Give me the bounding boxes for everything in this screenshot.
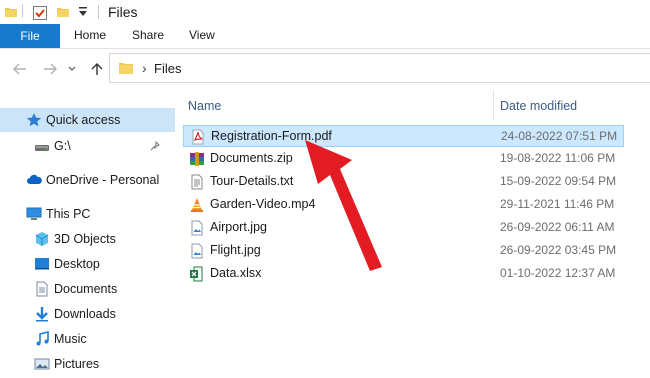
file-row[interactable]: Airport.jpg 26-09-2022 06:11 AM: [183, 217, 624, 239]
file-name: Flight.jpg: [210, 243, 261, 257]
sidebar-item-label: This PC: [46, 207, 91, 221]
file-name: Documents.zip: [210, 151, 293, 165]
file-name: Airport.jpg: [210, 220, 267, 234]
tab-share[interactable]: Share: [132, 28, 164, 42]
title-divider: [98, 5, 99, 19]
pdf-icon: [190, 129, 206, 145]
up-arrow-icon[interactable]: [87, 59, 107, 79]
image-file-icon: [189, 220, 205, 236]
sidebar-item-label: 3D Objects: [54, 232, 116, 246]
file-row[interactable]: Documents.zip 19-08-2022 11:06 PM: [183, 148, 624, 170]
file-date: 26-09-2022 06:11 AM: [500, 220, 615, 234]
excel-icon: [189, 266, 205, 282]
address-folder-icon: [118, 61, 134, 78]
file-date: 24-08-2022 07:51 PM: [501, 129, 618, 143]
file-list: Name ^ Date modified Registration-Form.p…: [183, 90, 650, 378]
sidebar-item-g-drive[interactable]: G:\: [0, 134, 175, 158]
tab-home[interactable]: Home: [74, 28, 106, 42]
vlc-video-icon: [189, 197, 205, 213]
file-date: 15-09-2022 09:54 PM: [500, 174, 617, 188]
sidebar-item-label: OneDrive - Personal: [46, 173, 160, 187]
tab-view[interactable]: View: [189, 28, 215, 42]
pictures-icon: [34, 356, 50, 372]
sidebar-item-music[interactable]: Music: [0, 327, 175, 351]
file-name: Tour-Details.txt: [210, 174, 294, 188]
window-title: Files: [108, 4, 138, 20]
back-arrow-icon[interactable]: [10, 59, 30, 79]
file-row[interactable]: Registration-Form.pdf 24-08-2022 07:51 P…: [183, 125, 624, 147]
file-row[interactable]: Flight.jpg 26-09-2022 03:45 PM: [183, 240, 624, 262]
column-header-date-modified[interactable]: Date modified: [183, 90, 650, 120]
music-icon: [34, 330, 50, 347]
sidebar-item-onedrive[interactable]: OneDrive - Personal: [0, 168, 175, 192]
documents-icon: [34, 281, 50, 297]
computer-icon: [26, 206, 42, 222]
breadcrumb-files[interactable]: Files: [154, 61, 181, 76]
file-date: 26-09-2022 03:45 PM: [500, 243, 617, 257]
sidebar-item-label: G:\: [54, 139, 71, 153]
sidebar-item-label: Music: [54, 332, 87, 346]
file-date: 01-10-2022 12:37 AM: [500, 266, 616, 280]
sidebar-item-3d-objects[interactable]: 3D Objects: [0, 227, 175, 251]
pin-icon[interactable]: [150, 140, 160, 154]
sidebar-item-this-pc[interactable]: This PC: [0, 202, 175, 226]
customize-dropdown-icon[interactable]: [78, 6, 88, 21]
sidebar-item-label: Pictures: [54, 357, 100, 371]
onedrive-cloud-icon: [26, 172, 42, 188]
title-bar: Files: [0, 0, 650, 24]
sidebar-item-label: Quick access: [46, 113, 121, 127]
sidebar-item-quick-access[interactable]: Quick access: [0, 108, 175, 132]
folder-icon[interactable]: [4, 5, 18, 22]
new-folder-icon[interactable]: [56, 5, 70, 22]
image-file-icon: [189, 243, 205, 259]
star-icon: [26, 112, 42, 128]
sidebar-item-label: Documents: [54, 282, 118, 296]
file-name: Data.xlsx: [210, 266, 262, 280]
downloads-icon: [34, 306, 50, 322]
navigation-pane: Quick access G:\ OneDrive - Personal Thi…: [0, 100, 175, 378]
sidebar-item-downloads[interactable]: Downloads: [0, 302, 175, 326]
file-date: 19-08-2022 11:06 PM: [500, 151, 616, 165]
cube-icon: [34, 231, 50, 247]
zip-archive-icon: [189, 151, 205, 167]
file-row[interactable]: Garden-Video.mp4 29-11-2021 11:46 PM: [183, 194, 624, 216]
drive-icon: [34, 138, 50, 154]
breadcrumb-chevron-icon[interactable]: ›: [142, 60, 147, 76]
sidebar-item-desktop[interactable]: Desktop: [0, 252, 175, 276]
sidebar-item-documents[interactable]: Documents: [0, 277, 175, 301]
text-file-icon: [189, 174, 205, 190]
file-row[interactable]: Tour-Details.txt 15-09-2022 09:54 PM: [183, 171, 624, 193]
file-row[interactable]: Data.xlsx 01-10-2022 12:37 AM: [183, 263, 624, 285]
forward-arrow-icon[interactable]: [40, 59, 60, 79]
address-bar[interactable]: › Files: [109, 53, 650, 83]
properties-check-icon[interactable]: [32, 5, 48, 24]
tab-file[interactable]: File: [0, 24, 60, 48]
ribbon: File Home Share View: [0, 24, 650, 49]
toolbar-divider: [22, 4, 23, 18]
desktop-icon: [34, 256, 50, 272]
annotation-arrow: [305, 140, 382, 271]
sidebar-item-label: Desktop: [54, 257, 100, 271]
sidebar-item-pictures[interactable]: Pictures: [0, 352, 175, 376]
sidebar-item-label: Downloads: [54, 307, 116, 321]
file-date: 29-11-2021 11:46 PM: [500, 197, 615, 211]
recent-locations-chevron-icon[interactable]: [62, 59, 82, 79]
